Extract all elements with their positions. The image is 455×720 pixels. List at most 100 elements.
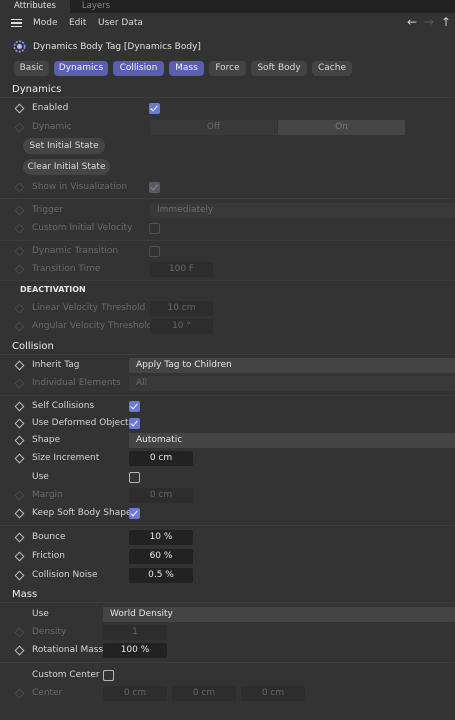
tag-title: Dynamics Body Tag [Dynamics Body]: [33, 42, 201, 52]
forward-arrow-icon[interactable]: →: [424, 15, 434, 29]
angular-velocity-threshold-field[interactable]: 10 °: [150, 319, 213, 334]
keyframe-diamond-icon[interactable]: [14, 435, 25, 446]
clear-initial-state-button[interactable]: Clear Initial State: [23, 159, 110, 175]
divider: [0, 395, 455, 396]
tab-basic[interactable]: Basic: [14, 61, 49, 76]
use-checkbox[interactable]: [129, 472, 140, 483]
keyframe-diamond-icon[interactable]: [14, 627, 25, 638]
angular-velocity-threshold-label: Angular Velocity Threshold: [32, 321, 153, 331]
keyframe-diamond-icon[interactable]: [14, 688, 25, 699]
keyframe-diamond-icon[interactable]: [14, 453, 25, 464]
enabled-label: Enabled: [32, 103, 69, 113]
shape-dropdown[interactable]: Automatic: [129, 433, 455, 448]
dynamic-on-option[interactable]: On: [278, 120, 405, 135]
keyframe-diamond-icon[interactable]: [14, 418, 25, 429]
keyframe-diamond-icon[interactable]: [14, 103, 25, 114]
custom-initial-velocity-checkbox[interactable]: [149, 223, 160, 234]
margin-field[interactable]: 0 cm: [129, 488, 193, 503]
transition-time-label: Transition Time: [32, 264, 101, 274]
dynamic-off-option[interactable]: Off: [150, 120, 277, 135]
menu-mode[interactable]: Mode: [33, 13, 58, 34]
dynamic-label: Dynamic: [32, 122, 72, 132]
keyframe-diamond-icon[interactable]: [14, 264, 25, 275]
tab-force[interactable]: Force: [209, 61, 246, 76]
individual-elements-dropdown[interactable]: All: [129, 376, 455, 391]
keyframe-diamond-icon[interactable]: [14, 303, 25, 314]
keyframe-diamond-icon[interactable]: [14, 645, 25, 656]
divider: [0, 198, 455, 199]
tab-collision[interactable]: Collision: [113, 61, 164, 76]
back-arrow-icon[interactable]: ←: [407, 15, 417, 29]
show-in-visualization-checkbox[interactable]: [149, 182, 160, 193]
tab-cache[interactable]: Cache: [312, 61, 352, 76]
keyframe-diamond-icon[interactable]: [14, 182, 25, 193]
enabled-checkbox[interactable]: [149, 103, 160, 114]
up-arrow-icon[interactable]: ↑: [441, 15, 451, 29]
trigger-dropdown[interactable]: Immediately: [150, 203, 455, 218]
keyframe-diamond-icon[interactable]: [14, 508, 25, 519]
menu-edit[interactable]: Edit: [69, 13, 86, 34]
checkmark-icon: [130, 508, 138, 517]
keyframe-diamond-icon[interactable]: [14, 551, 25, 562]
custom-center-checkbox[interactable]: [103, 670, 114, 681]
divider: [0, 280, 455, 281]
divider: [0, 602, 455, 603]
density-label: Density: [32, 627, 67, 637]
mass-section-header: Mass: [12, 589, 38, 600]
linear-velocity-threshold-label: Linear Velocity Threshold: [32, 303, 146, 313]
tab-mass[interactable]: Mass: [169, 61, 204, 76]
keyframe-diamond-icon[interactable]: [14, 570, 25, 581]
tab-dynamics[interactable]: Dynamics: [54, 61, 108, 76]
checkmark-icon: [130, 401, 138, 410]
center-x-field[interactable]: 0 cm: [103, 686, 167, 701]
keyframe-diamond-icon[interactable]: [14, 223, 25, 234]
show-in-visualization-label: Show in Visualization: [32, 182, 128, 192]
center-z-field[interactable]: 0 cm: [241, 686, 305, 701]
linear-velocity-threshold-field[interactable]: 10 cm: [150, 301, 213, 316]
set-initial-state-button[interactable]: Set Initial State: [23, 138, 105, 154]
menu-user-data[interactable]: User Data: [98, 13, 143, 34]
rotational-mass-label: Rotational Mass: [32, 645, 104, 655]
dynamics-body-tag-icon: [13, 40, 26, 53]
rotational-mass-field[interactable]: 100 %: [103, 643, 167, 658]
custom-initial-velocity-label: Custom Initial Velocity: [32, 223, 133, 233]
keyframe-diamond-icon[interactable]: [14, 246, 25, 257]
center-y-field[interactable]: 0 cm: [172, 686, 236, 701]
transition-time-field[interactable]: 100 F: [150, 262, 213, 277]
keyframe-diamond-icon[interactable]: [14, 205, 25, 216]
divider: [0, 354, 455, 355]
keyframe-diamond-icon[interactable]: [14, 490, 25, 501]
divider: [0, 525, 455, 526]
self-collisions-label: Self Collisions: [32, 401, 95, 411]
mass-use-dropdown[interactable]: World Density: [103, 607, 455, 622]
keyframe-diamond-icon[interactable]: [14, 122, 25, 133]
dynamics-section-header: Dynamics: [12, 84, 62, 95]
trigger-label: Trigger: [32, 205, 64, 215]
collision-noise-field[interactable]: 0.5 %: [129, 568, 193, 583]
inherit-tag-dropdown[interactable]: Apply Tag to Children: [129, 358, 455, 373]
self-collisions-checkbox[interactable]: [129, 401, 140, 412]
tab-soft-body[interactable]: Soft Body: [251, 61, 307, 76]
keyframe-diamond-icon[interactable]: [14, 378, 25, 389]
keyframe-diamond-icon[interactable]: [14, 321, 25, 332]
custom-center-label: Custom Center: [32, 670, 100, 680]
tab-layers[interactable]: Layers: [76, 0, 116, 13]
keep-soft-body-shape-checkbox[interactable]: [129, 508, 140, 519]
bounce-field[interactable]: 10 %: [129, 530, 193, 545]
bounce-label: Bounce: [32, 532, 66, 542]
keyframe-diamond-icon[interactable]: [14, 401, 25, 412]
dynamic-transition-label: Dynamic Transition: [32, 246, 119, 256]
friction-field[interactable]: 60 %: [129, 549, 193, 564]
dynamic-transition-checkbox[interactable]: [149, 246, 160, 257]
collision-section-header: Collision: [12, 341, 54, 352]
density-field[interactable]: 1: [103, 625, 167, 640]
mass-use-label: Use: [32, 609, 49, 619]
keyframe-diamond-icon[interactable]: [14, 360, 25, 371]
use-label: Use: [32, 472, 49, 482]
tab-attributes[interactable]: Attributes: [0, 0, 70, 13]
hamburger-menu-icon[interactable]: [11, 19, 22, 27]
keyframe-diamond-icon[interactable]: [14, 532, 25, 543]
use-deformed-object-checkbox[interactable]: [129, 418, 140, 429]
size-increment-field[interactable]: 0 cm: [129, 451, 193, 466]
shape-label: Shape: [32, 435, 61, 445]
